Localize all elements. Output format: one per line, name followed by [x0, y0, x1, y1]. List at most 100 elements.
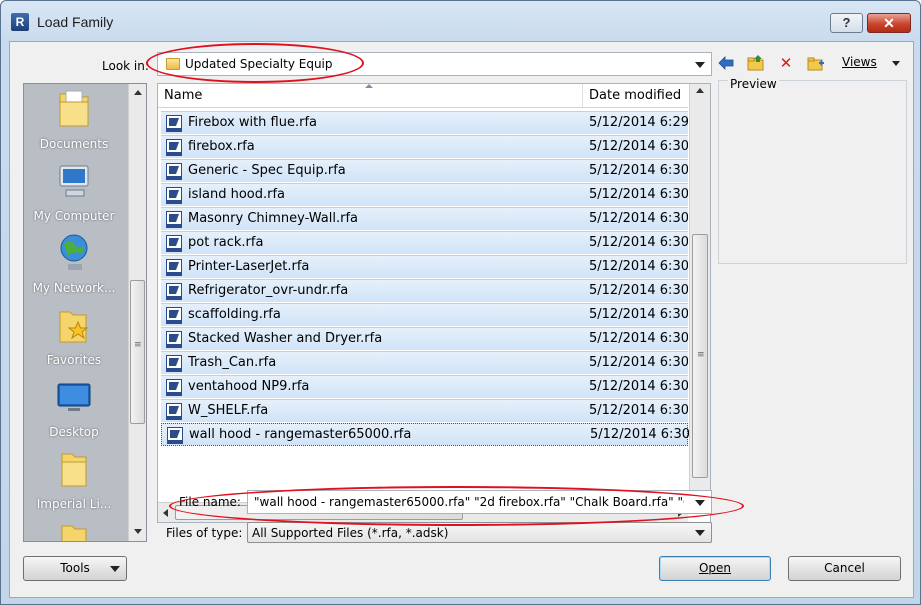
window-title: Load Family	[37, 14, 114, 30]
revit-family-file-icon	[166, 235, 182, 252]
folder-icon	[61, 453, 87, 487]
file-name-cell: pot rack.rfa	[188, 235, 264, 250]
column-header-name[interactable]: Name	[164, 88, 202, 103]
revit-family-file-icon	[166, 163, 182, 180]
places-bar: Documents My Computer My Network... Favo…	[23, 83, 147, 542]
look-in-value: Updated Specialty Equip	[185, 57, 333, 71]
file-name-cell: Trash_Can.rfa	[188, 355, 277, 370]
preview-label: Preview	[728, 77, 779, 91]
column-header-date[interactable]: Date modified	[589, 88, 681, 103]
network-icon	[60, 234, 88, 270]
preview-panel: Preview	[718, 77, 907, 264]
scroll-thumb[interactable]: ≡	[692, 234, 708, 478]
file-row[interactable]: W_SHELF.rfa 5/12/2014 6:30	[161, 399, 688, 422]
file-row[interactable]: Printer-LaserJet.rfa 5/12/2014 6:30	[161, 255, 688, 278]
chevron-down-icon[interactable]	[695, 500, 705, 506]
file-name-cell: Refrigerator_ovr-undr.rfa	[188, 283, 349, 298]
file-name-cell: W_SHELF.rfa	[188, 403, 269, 418]
place-label: Imperial Li...	[36, 497, 112, 511]
column-divider[interactable]	[582, 84, 583, 107]
file-row[interactable]: Stacked Washer and Dryer.rfa 5/12/2014 6:…	[161, 327, 688, 350]
file-row[interactable]: Masonry Chimney-Wall.rfa 5/12/2014 6:30	[161, 207, 688, 230]
grip-icon: ≡	[134, 340, 142, 350]
views-menu-button[interactable]: Views	[842, 55, 900, 69]
new-folder-icon[interactable]	[807, 54, 825, 72]
open-button[interactable]: Open	[659, 556, 771, 581]
load-family-dialog: R Load Family ? ✕ Look in: Updated Speci…	[0, 0, 921, 605]
scroll-thumb[interactable]: ≡	[130, 280, 145, 424]
date-modified-cell: 5/12/2014 6:30	[589, 259, 688, 274]
file-list[interactable]: Name Date modified Firebox with flue.rfa…	[157, 83, 711, 523]
file-row[interactable]: island hood.rfa 5/12/2014 6:30	[161, 183, 688, 206]
file-name-cell: wall hood - rangemaster65000.rfa	[189, 427, 412, 442]
date-modified-cell: 5/12/2014 6:30	[589, 283, 688, 298]
revit-family-file-icon	[166, 331, 182, 348]
place-label: Documents	[39, 137, 109, 151]
back-arrow-icon[interactable]	[717, 54, 735, 72]
chevron-down-icon	[695, 530, 705, 536]
scroll-up-icon[interactable]	[696, 88, 704, 93]
chevron-down-icon[interactable]	[695, 62, 705, 68]
place-documents[interactable]: Documents	[24, 84, 124, 156]
date-modified-cell: 5/12/2014 6:30	[589, 187, 688, 202]
file-row[interactable]: Trash_Can.rfa 5/12/2014 6:30	[161, 351, 688, 374]
file-name-cell: Printer-LaserJet.rfa	[188, 259, 310, 274]
scroll-up-icon[interactable]	[134, 90, 142, 95]
folder-icon	[61, 525, 87, 541]
look-in-dropdown[interactable]: Updated Specialty Equip	[157, 52, 712, 76]
file-row[interactable]: scaffolding.rfa 5/12/2014 6:30	[161, 303, 688, 326]
date-modified-cell: 5/12/2014 6:30	[589, 139, 688, 154]
cancel-button[interactable]: Cancel	[788, 556, 901, 581]
scroll-left-icon[interactable]	[163, 509, 168, 517]
help-button[interactable]: ?	[830, 13, 863, 33]
place-label: Desktop	[49, 425, 99, 439]
views-label: Views	[842, 55, 877, 69]
date-modified-cell: 5/12/2014 6:30	[589, 211, 688, 226]
place-label: My Computer	[33, 209, 115, 223]
look-in-label: Look in:	[102, 59, 149, 73]
place-my-network[interactable]: My Network...	[24, 228, 124, 300]
date-modified-cell: 5/12/2014 6:30	[589, 403, 688, 418]
place-imperial-library[interactable]: Imperial Li...	[24, 444, 124, 516]
date-modified-cell: 5/12/2014 6:30	[589, 307, 688, 322]
revit-family-file-icon	[166, 283, 182, 300]
file-name-cell: Generic - Spec Equip.rfa	[188, 163, 346, 178]
dialog-body: Look in: Updated Specialty Equip ✕ Views	[9, 41, 914, 598]
delete-icon[interactable]: ✕	[777, 54, 795, 72]
revit-app-icon: R	[11, 13, 29, 31]
file-name-input[interactable]: "wall hood - rangemaster65000.rfa" "2d f…	[247, 490, 712, 514]
file-name-cell: firebox.rfa	[188, 139, 255, 154]
place-my-computer[interactable]: My Computer	[24, 156, 124, 228]
file-row[interactable]: pot rack.rfa 5/12/2014 6:30	[161, 231, 688, 254]
sort-ascending-icon	[365, 84, 373, 88]
file-row[interactable]: Firebox with flue.rfa 5/12/2014 6:29	[161, 111, 688, 134]
file-list-vscrollbar[interactable]: ≡	[689, 84, 710, 502]
revit-family-file-icon	[166, 259, 182, 276]
file-row[interactable]: firebox.rfa 5/12/2014 6:30	[161, 135, 688, 158]
chevron-down-icon	[892, 61, 900, 66]
revit-family-file-icon	[166, 187, 182, 204]
up-folder-icon[interactable]	[747, 54, 765, 72]
file-type-dropdown[interactable]: All Supported Files (*.rfa, *.adsk)	[247, 522, 712, 543]
places-scrollbar[interactable]: ≡	[128, 84, 146, 541]
place-desktop[interactable]: Desktop	[24, 372, 124, 444]
place-label: Favorites	[46, 353, 102, 367]
favorites-icon	[59, 311, 89, 343]
folder-icon	[166, 58, 180, 70]
revit-family-file-icon	[166, 307, 182, 324]
open-label: Open	[698, 561, 732, 575]
place-next-folder[interactable]	[24, 516, 124, 541]
scroll-down-icon[interactable]	[134, 529, 142, 534]
place-favorites[interactable]: Favorites	[24, 300, 124, 372]
file-row[interactable]: Generic - Spec Equip.rfa 5/12/2014 6:30	[161, 159, 688, 182]
documents-icon	[59, 90, 89, 127]
file-row[interactable]: ventahood NP9.rfa 5/12/2014 6:30	[161, 375, 688, 398]
tools-button[interactable]: Tools	[23, 556, 127, 581]
date-modified-cell: 5/12/2014 6:30	[589, 379, 688, 394]
title-bar[interactable]: R Load Family ? ✕	[1, 1, 920, 41]
close-button[interactable]: ✕	[867, 13, 911, 33]
cancel-label: Cancel	[824, 561, 865, 575]
file-name-cell: ventahood NP9.rfa	[188, 379, 310, 394]
file-row[interactable]: Refrigerator_ovr-undr.rfa 5/12/2014 6:30	[161, 279, 688, 302]
file-row[interactable]: wall hood - rangemaster65000.rfa 5/12/201…	[161, 423, 689, 446]
